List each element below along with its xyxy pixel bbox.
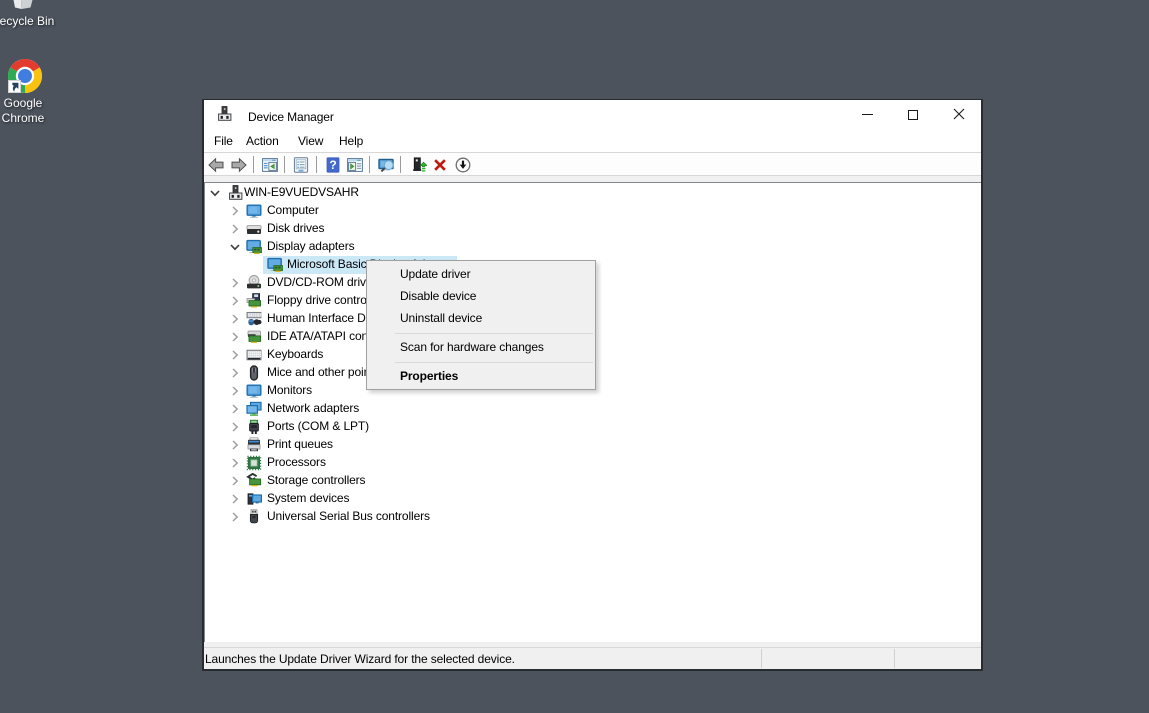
svg-text:?: ?	[329, 158, 336, 172]
